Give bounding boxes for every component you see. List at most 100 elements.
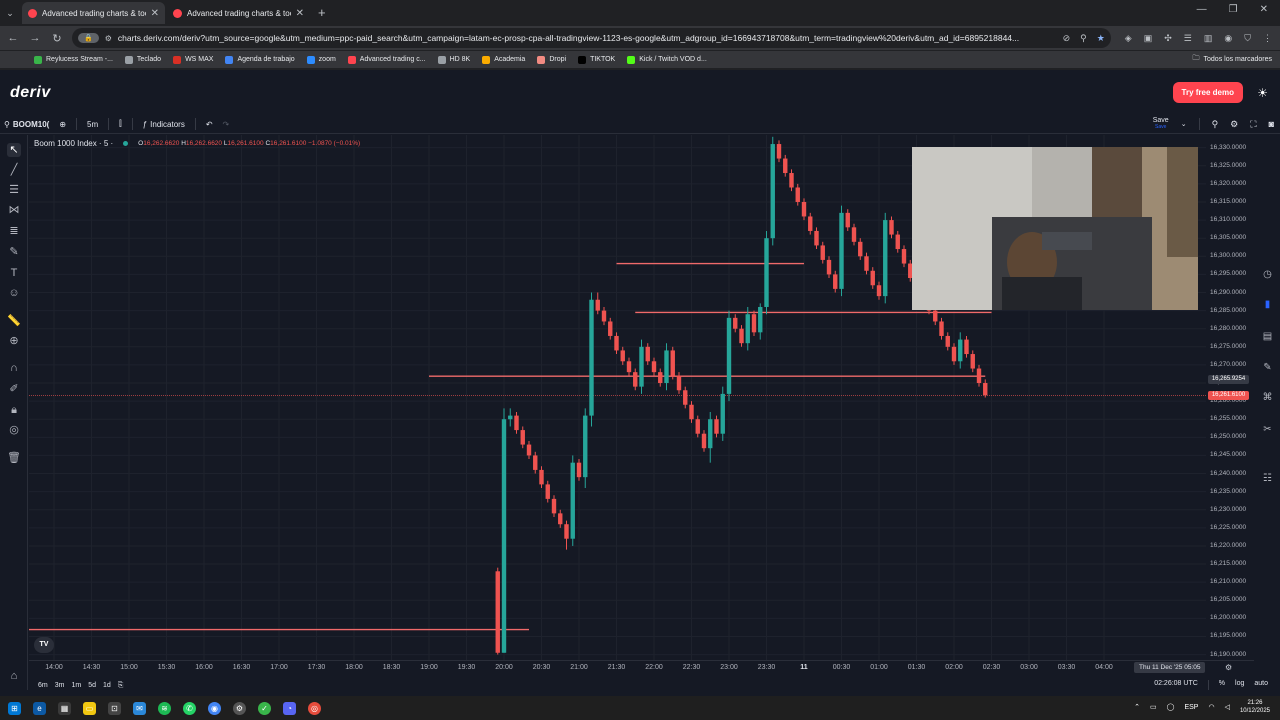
- obs-icon[interactable]: ◎: [308, 701, 321, 715]
- candle[interactable]: [876, 281, 882, 300]
- extension-icon[interactable]: ◈: [1125, 33, 1132, 44]
- candle[interactable]: [733, 314, 738, 333]
- series-title[interactable]: Boom 1000 Index · 5 ·: [34, 139, 113, 148]
- candle[interactable]: [608, 317, 613, 340]
- deriv-logo[interactable]: deriv: [10, 84, 51, 102]
- volume-icon[interactable]: ◁: [1225, 703, 1230, 711]
- range-5d[interactable]: 5d: [88, 682, 96, 689]
- lock-icon[interactable]: 🔒︎: [7, 403, 21, 417]
- log-toggle[interactable]: log: [1235, 680, 1244, 690]
- candle[interactable]: [851, 223, 857, 246]
- candle[interactable]: [939, 317, 944, 340]
- candle[interactable]: [508, 408, 513, 427]
- pattern-icon[interactable]: ⋈: [7, 203, 21, 217]
- compare-add-icon[interactable]: ⊕: [59, 120, 66, 129]
- url-text[interactable]: charts.deriv.com/deriv?utm_source=google…: [118, 33, 1057, 43]
- candle[interactable]: [783, 154, 788, 177]
- range-3m[interactable]: 3m: [55, 682, 65, 689]
- wifi-icon[interactable]: ◠: [1208, 703, 1214, 711]
- magnet-icon[interactable]: ∩: [7, 361, 21, 375]
- shield-icon[interactable]: ⛉: [1244, 33, 1251, 44]
- candle[interactable]: [589, 292, 594, 427]
- camera-icon[interactable]: ◙: [1269, 119, 1274, 129]
- candle[interactable]: [651, 357, 657, 376]
- puzzle-icon[interactable]: ✣: [1164, 33, 1172, 44]
- auto-toggle[interactable]: auto: [1254, 680, 1268, 690]
- candle[interactable]: [676, 372, 682, 394]
- bookmark-star-icon[interactable]: ★: [1097, 33, 1105, 44]
- bookmark-item[interactable]: zoom: [306, 55, 336, 64]
- candle[interactable]: [701, 430, 707, 452]
- all-bookmarks[interactable]: 🗀 Todos los marcadores: [1193, 54, 1280, 65]
- forward-icon[interactable]: →: [28, 32, 42, 44]
- maximize-icon[interactable]: ❐: [1229, 4, 1238, 15]
- notes-icon[interactable]: ✎: [1261, 361, 1274, 374]
- quick-search-icon[interactable]: ⚲: [1212, 119, 1219, 130]
- fullscreen-icon[interactable]: ⛶: [1250, 119, 1256, 130]
- candle[interactable]: [626, 357, 632, 376]
- media-icon[interactable]: ☰: [1184, 33, 1192, 44]
- candle[interactable]: [751, 310, 757, 336]
- candle[interactable]: [545, 480, 550, 503]
- candle[interactable]: [670, 346, 675, 380]
- candle[interactable]: [845, 209, 850, 231]
- candle[interactable]: [514, 411, 519, 434]
- theme-toggle-icon[interactable]: ☀: [1257, 86, 1268, 100]
- app-icon[interactable]: ✓: [258, 701, 271, 715]
- cursor-icon[interactable]: ↖: [7, 143, 21, 157]
- mail-icon[interactable]: ✉: [133, 701, 146, 715]
- candle[interactable]: [776, 140, 782, 163]
- symbol-search[interactable]: ⚲ BOOM10(: [4, 120, 49, 129]
- whatsapp-icon[interactable]: ✆: [183, 701, 196, 715]
- candle[interactable]: [814, 227, 819, 250]
- candle[interactable]: [558, 509, 563, 528]
- interval-button[interactable]: 5m: [87, 120, 98, 129]
- candle[interactable]: [564, 520, 569, 550]
- browser-tab-2[interactable]: Advanced trading charts & too ✕: [167, 2, 310, 24]
- language-indicator[interactable]: ESP: [1184, 704, 1198, 711]
- trend-line-icon[interactable]: ╱: [7, 163, 21, 177]
- indicators-button[interactable]: ƒ Indicators: [143, 120, 185, 129]
- spotify-icon[interactable]: ≋: [158, 701, 171, 715]
- windows-start-icon[interactable]: ⊞: [8, 701, 21, 715]
- percent-toggle[interactable]: %: [1219, 680, 1225, 690]
- bookmark-item[interactable]: Reylucess Stream -...: [34, 55, 113, 64]
- zoom-icon[interactable]: ⚲: [1080, 33, 1087, 44]
- app-icon[interactable]: ▦: [58, 701, 71, 715]
- horizontal-lines-icon[interactable]: ☰: [7, 183, 21, 197]
- browser-tab-1[interactable]: Advanced trading charts & too ✕: [22, 2, 165, 24]
- sliders-icon[interactable]: ☷: [1261, 472, 1274, 485]
- save-dropdown-icon[interactable]: ⌄: [1181, 120, 1187, 128]
- candle[interactable]: [683, 386, 688, 409]
- ruler-icon[interactable]: 📏: [7, 314, 21, 328]
- candle[interactable]: [520, 426, 525, 449]
- bookmark-item[interactable]: HD 8K: [437, 55, 470, 64]
- candle[interactable]: [745, 306, 750, 351]
- tools-icon[interactable]: ✂: [1261, 423, 1274, 436]
- candle[interactable]: [620, 346, 625, 365]
- close-tab-icon[interactable]: ✕: [296, 8, 304, 19]
- reload-icon[interactable]: ↻: [50, 32, 64, 45]
- try-free-demo-button[interactable]: Try free demo: [1172, 82, 1243, 103]
- candle[interactable]: [551, 495, 557, 517]
- taskbar-clock[interactable]: 21:26 10/12/2025: [1240, 699, 1270, 715]
- utc-clock[interactable]: 02:26:08 UTC: [1154, 680, 1198, 690]
- fib-icon[interactable]: ≣: [7, 224, 21, 238]
- candle[interactable]: [895, 230, 900, 253]
- price-axis[interactable]: 16,330.0000 16,325.0000 16,320.0000 16,315.…: [1206, 135, 1254, 660]
- bookmark-item[interactable]: Agenda de trabajo: [225, 55, 295, 64]
- profile-icon[interactable]: ◉: [1224, 33, 1232, 44]
- candle[interactable]: [789, 169, 794, 192]
- chrome-icon[interactable]: ◉: [208, 701, 221, 715]
- text-icon[interactable]: T: [7, 266, 21, 280]
- address-bar[interactable]: 🔒 ⚙ charts.deriv.com/deriv?utm_source=go…: [72, 28, 1111, 48]
- bookmark-item[interactable]: Teclado: [124, 55, 161, 64]
- save-button[interactable]: Save Save: [1153, 117, 1169, 131]
- candle[interactable]: [958, 332, 963, 369]
- candle[interactable]: [839, 205, 844, 297]
- menu-icon[interactable]: ⋮: [1263, 33, 1272, 44]
- candle[interactable]: [633, 368, 638, 391]
- trash-icon[interactable]: 🗑︎: [7, 451, 21, 465]
- candle[interactable]: [526, 440, 532, 460]
- tray-chevron-icon[interactable]: ⌃: [1134, 703, 1140, 711]
